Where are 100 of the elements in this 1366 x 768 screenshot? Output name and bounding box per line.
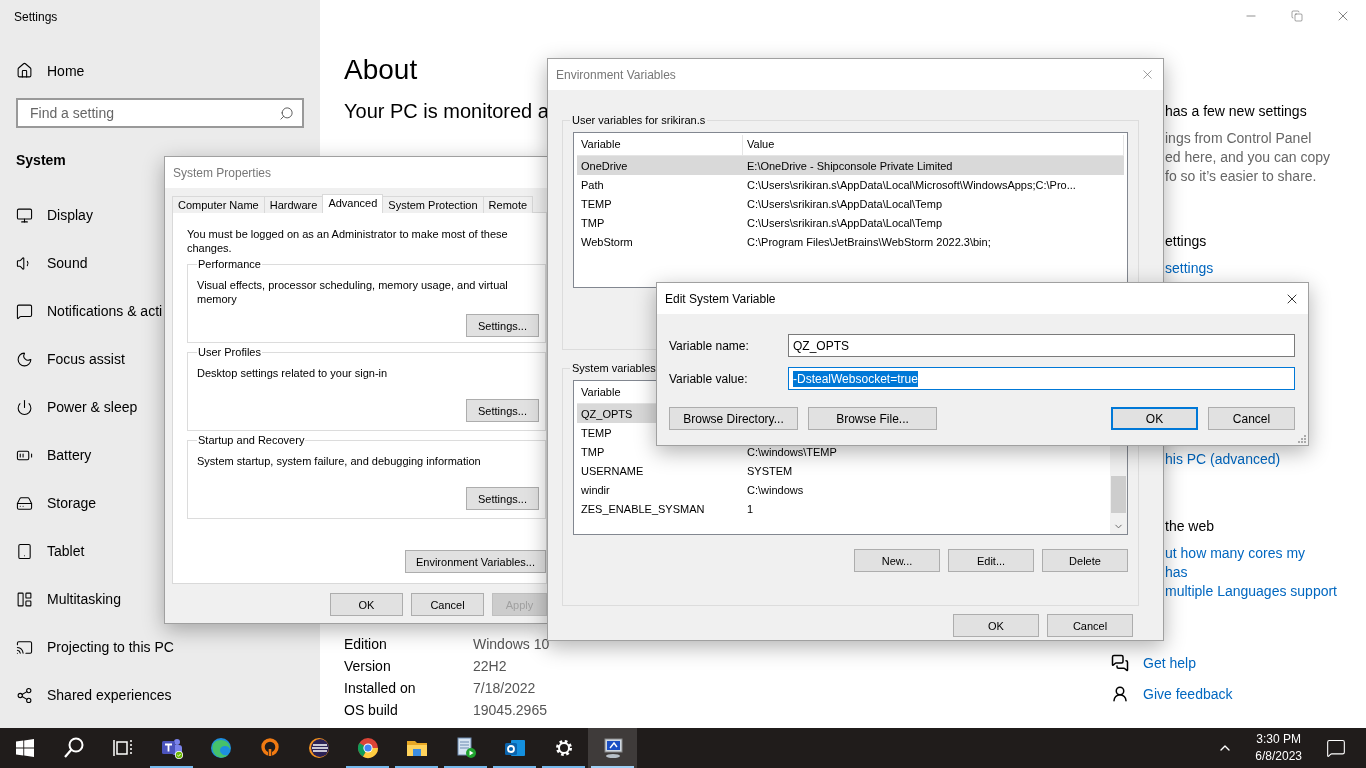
related-link[interactable]: has	[1165, 563, 1366, 582]
field-label: Variable name:	[669, 338, 750, 353]
dialog-button[interactable]: Cancel	[1208, 407, 1295, 430]
list-action-button[interactable]: New...	[854, 549, 940, 572]
nav-item[interactable]: Storage	[16, 479, 304, 527]
window-title: Environment Variables	[556, 67, 676, 82]
list-row[interactable]: TMP C:\windows\TEMP	[577, 442, 1107, 461]
spec-value: 19045.2965	[473, 702, 548, 718]
dialog-button[interactable]: OK	[953, 614, 1039, 637]
related-link[interactable]: his PC (advanced)	[1165, 450, 1366, 469]
field-label: Variable value:	[669, 371, 749, 386]
group-title: User variables for srikiran.s	[570, 114, 708, 126]
monitor-icon	[16, 206, 33, 224]
windows-layout-icon	[16, 590, 33, 608]
settings-button[interactable]: Settings...	[466, 399, 539, 422]
group-title: Performance	[197, 258, 262, 270]
spec-label: Version	[344, 658, 392, 674]
list-row[interactable]: OneDrive E:\OneDrive - Shipconsole Private Limited	[577, 156, 1124, 175]
home-item[interactable]: Home	[16, 62, 304, 79]
related-link[interactable]: ut how many cores my	[1165, 544, 1366, 563]
notification-icon[interactable]	[1326, 738, 1346, 758]
column-header[interactable]: Value	[743, 135, 1124, 155]
spec-value: 22H2	[473, 658, 508, 674]
dialog-button[interactable]: Cancel	[1047, 614, 1133, 637]
tab[interactable]: Advanced	[322, 194, 384, 213]
time-text: 3:30 PM	[1256, 731, 1301, 748]
table-cell-text: C:\Users\srikiran.s\AppData\Local\Microsoft\WindowsApps;C:\Pro...	[746, 178, 1077, 191]
list-row[interactable]: WebStorm C:\Program Files\JetBrains\WebStorm 2022.3\bin;	[577, 232, 1124, 251]
tab[interactable]: System Protection	[382, 196, 484, 213]
taskbar-button[interactable]	[588, 728, 637, 768]
environment-variables-button[interactable]: Environment Variables...	[404, 550, 546, 573]
nav-item[interactable]: Multitasking	[16, 575, 304, 623]
nav-item[interactable]: Projecting to this PC	[16, 623, 304, 671]
edge-icon	[208, 736, 233, 760]
dialog-button[interactable]: Browse Directory...	[669, 407, 798, 430]
settings-button[interactable]: Settings...	[466, 487, 539, 510]
power-icon	[16, 398, 33, 416]
section-heading: has a few new settings	[1165, 102, 1308, 121]
scroll-thumb[interactable]	[1111, 476, 1126, 513]
list-row[interactable]: Path C:\Users\srikiran.s\AppData\Local\Microsoft\WindowsApps;C:\Pro...	[577, 175, 1124, 194]
tab[interactable]: Hardware	[263, 196, 324, 213]
search-input[interactable]: Find a setting	[28, 104, 248, 122]
table-cell-text: OneDrive	[580, 159, 629, 172]
tab[interactable]: Remote	[482, 196, 534, 213]
dialog-button[interactable]: OK	[330, 593, 403, 616]
drive-icon	[16, 494, 33, 512]
person-icon	[1111, 684, 1129, 703]
info-text: ings from Control Panel	[1165, 129, 1313, 148]
window-title: Settings	[14, 10, 59, 24]
search-field[interactable]: Find a setting	[16, 98, 304, 128]
nav-item[interactable]: Tablet	[16, 527, 304, 575]
list-row[interactable]: ZES_ENABLE_SYSMAN 1	[577, 499, 1107, 518]
table-cell-text: C:\Users\srikiran.s\AppData\Local\Temp	[746, 197, 943, 210]
nav-item[interactable]: Power & sleep	[16, 383, 304, 431]
search-icon	[61, 736, 86, 760]
info-text: fo so it’s easier to share.	[1165, 167, 1318, 186]
section-heading: ettings	[1165, 232, 1208, 251]
restore-icon	[1291, 10, 1303, 22]
list-row[interactable]: TMP C:\Users\srikiran.s\AppData\Local\Temp	[577, 213, 1124, 232]
related-link[interactable]: settings	[1165, 259, 1366, 278]
list-row[interactable]: windir C:\windows	[577, 480, 1107, 499]
settings-button[interactable]: Settings...	[466, 314, 539, 337]
table-cell-text: 1	[746, 502, 755, 515]
section-heading: the web	[1165, 517, 1216, 536]
share-icon	[16, 686, 33, 704]
table-cell-text: WebStorm	[580, 235, 634, 248]
group-title: User Profiles	[197, 346, 262, 358]
dialog-button[interactable]: Cancel	[411, 593, 484, 616]
column-header[interactable]: Variable	[577, 135, 743, 155]
list-action-button[interactable]: Delete	[1042, 549, 1128, 572]
table-cell-text: ZES_ENABLE_SYSMAN	[580, 502, 706, 515]
cast-icon	[16, 638, 33, 656]
spec-value: Windows 10	[473, 636, 550, 652]
section-heading: System	[16, 152, 67, 168]
help-link[interactable]: Get help	[1143, 654, 1196, 671]
clock[interactable]: 3:30 PM 6/8/2023	[1255, 731, 1302, 765]
nav-item[interactable]: Shared experiences	[16, 671, 304, 719]
dialog-button[interactable]: OK	[1111, 407, 1198, 430]
group-description: System startup, system failure, and debugging information	[197, 454, 482, 468]
chat-icon	[1111, 653, 1129, 672]
list-row[interactable]: TEMP C:\Users\srikiran.s\AppData\Local\Temp	[577, 194, 1124, 213]
message-icon	[16, 302, 33, 320]
table-cell-text: C:\Program Files\JetBrains\WebStorm 2022.3\bin;	[746, 235, 992, 248]
notice-text: You must be logged on as an Administrator to make most of these changes.	[187, 227, 509, 255]
teams-icon	[159, 736, 184, 760]
table-cell-text: windir	[580, 483, 611, 496]
table-cell-text: C:\windows\TEMP	[746, 445, 838, 458]
input-field[interactable]: QZ_OPTS	[788, 334, 1295, 357]
input-field[interactable]: -DstealWebsocket=true	[788, 367, 1295, 390]
tablet-icon	[16, 542, 33, 560]
table-cell-text: C:\Users\srikiran.s\AppData\Local\Temp	[746, 216, 943, 229]
related-link[interactable]: multiple Languages support	[1165, 582, 1366, 601]
tab[interactable]: Computer Name	[172, 196, 265, 213]
table-cell-text: TMP	[580, 216, 606, 229]
list-action-button[interactable]: Edit...	[948, 549, 1034, 572]
spec-value: 7/18/2022	[473, 680, 537, 696]
resize-grip-icon[interactable]	[1297, 434, 1306, 443]
dialog-button[interactable]: Browse File...	[808, 407, 937, 430]
help-link[interactable]: Give feedback	[1143, 685, 1233, 702]
list-row[interactable]: USERNAME SYSTEM	[577, 461, 1107, 480]
